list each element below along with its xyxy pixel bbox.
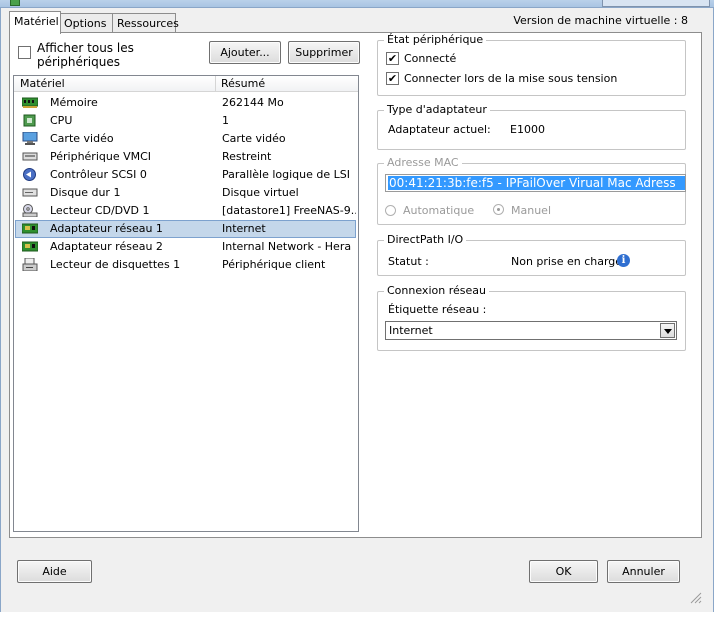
- network-label-selected: Internet: [389, 324, 433, 337]
- cancel-button[interactable]: Annuler: [607, 560, 680, 583]
- title-bar-buttons[interactable]: [602, 0, 710, 7]
- hardware-row-floppy-drive[interactable]: Lecteur de disquettes 1 Périphérique cli…: [15, 256, 356, 274]
- chevron-down-icon[interactable]: [660, 323, 675, 338]
- hardware-row-vmci[interactable]: Périphérique VMCI Restreint: [15, 148, 356, 166]
- automatic-radio[interactable]: [385, 205, 396, 216]
- network-adapter-icon: [22, 241, 38, 252]
- hardware-row-video-card[interactable]: Carte vidéo Carte vidéo: [15, 130, 356, 148]
- hardware-row-network-adapter-2[interactable]: Adaptateur réseau 2 Internal Network - H…: [15, 238, 356, 256]
- window-title-bar: [0, 0, 714, 8]
- tab-hardware[interactable]: Matériel: [9, 11, 61, 34]
- manual-radio[interactable]: [493, 204, 504, 215]
- hardware-summary: Internal Network - Hera: [222, 240, 352, 253]
- hardware-name: Contrôleur SCSI 0: [50, 168, 147, 181]
- hardware-summary: Périphérique client: [222, 258, 326, 271]
- connected-checkbox[interactable]: ✔: [386, 52, 399, 65]
- hardware-row-memory[interactable]: Mémoire 262144 Mo: [15, 94, 356, 112]
- hardware-name: Lecteur de disquettes 1: [50, 258, 181, 271]
- hardware-name: CPU: [50, 114, 73, 127]
- scsi-controller-icon: [23, 168, 36, 181]
- adapter-type-legend: Type d'adaptateur: [384, 103, 490, 116]
- hardware-summary: [datastore1] FreeNAS-9...: [222, 204, 356, 217]
- hardware-name: Adaptateur réseau 2: [50, 240, 163, 253]
- vm-version-label: Version de machine virtuelle : 8: [513, 14, 688, 27]
- floppy-drive-icon: [22, 258, 38, 271]
- add-button[interactable]: Ajouter...: [209, 41, 281, 64]
- hardware-summary: Parallèle logique de LSI: [222, 168, 350, 181]
- hardware-name: Périphérique VMCI: [50, 150, 152, 163]
- below-window-area: [0, 612, 714, 630]
- hardware-summary: Internet: [222, 222, 266, 235]
- hardware-row-scsi-controller[interactable]: Contrôleur SCSI 0 Parallèle logique de L…: [15, 166, 356, 184]
- resize-grip-icon[interactable]: [689, 591, 702, 604]
- hardware-name: Adaptateur réseau 1: [50, 222, 163, 235]
- network-adapter-icon: [22, 223, 38, 234]
- memory-icon: [22, 97, 38, 108]
- help-button[interactable]: Aide: [17, 560, 92, 583]
- connected-label: Connecté: [404, 52, 457, 65]
- hardware-summary: Disque virtuel: [222, 186, 299, 199]
- show-all-devices-checkbox[interactable]: [18, 46, 31, 59]
- vmci-icon: [22, 152, 38, 161]
- info-icon[interactable]: i: [617, 254, 630, 267]
- column-header-summary[interactable]: Résumé: [221, 77, 265, 90]
- hardware-row-hard-disk[interactable]: Disque dur 1 Disque virtuel: [15, 184, 356, 202]
- mac-address-legend: Adresse MAC: [384, 156, 462, 169]
- device-status-group: État périphérique: [377, 33, 686, 96]
- cd-dvd-icon: [22, 204, 38, 217]
- cpu-icon: [23, 114, 36, 127]
- window-icon: [10, 0, 20, 6]
- connect-at-power-on-checkbox[interactable]: ✔: [386, 72, 399, 85]
- hard-disk-icon: [22, 188, 38, 197]
- directpath-legend: DirectPath I/O: [384, 233, 467, 246]
- hardware-name: Mémoire: [50, 96, 98, 109]
- manual-label: Manuel: [511, 204, 551, 217]
- hardware-summary: Carte vidéo: [222, 132, 286, 145]
- directpath-status-value: Non prise en charge: [511, 255, 623, 268]
- tab-options[interactable]: Options: [59, 13, 113, 33]
- hardware-row-cpu[interactable]: CPU 1: [15, 112, 356, 130]
- network-label-caption: Étiquette réseau :: [388, 303, 487, 316]
- hardware-list-header: Matériel Résumé: [14, 76, 358, 92]
- hardware-name: Lecteur CD/DVD 1: [50, 204, 150, 217]
- hardware-summary: Restreint: [222, 150, 272, 163]
- video-card-icon: [22, 132, 38, 145]
- mac-address-field[interactable]: 00:41:21:3b:fe:f5 - IPFailOver Virual Ma…: [385, 174, 686, 192]
- hardware-name: Carte vidéo: [50, 132, 114, 145]
- hardware-name: Disque dur 1: [50, 186, 121, 199]
- hardware-summary: 1: [222, 114, 229, 127]
- automatic-label: Automatique: [403, 204, 475, 217]
- remove-button[interactable]: Supprimer: [288, 41, 360, 64]
- device-status-legend: État périphérique: [384, 33, 487, 46]
- tab-resources[interactable]: Ressources: [112, 13, 179, 33]
- current-adapter-value: E1000: [510, 123, 545, 136]
- ok-button[interactable]: OK: [529, 560, 598, 583]
- network-connection-legend: Connexion réseau: [384, 284, 489, 297]
- column-header-hardware[interactable]: Matériel: [20, 77, 65, 90]
- network-label-select[interactable]: Internet: [385, 321, 677, 340]
- current-adapter-label: Adaptateur actuel:: [388, 123, 491, 136]
- show-all-devices-label: Afficher tous les périphériques: [37, 41, 134, 69]
- hardware-row-network-adapter-1[interactable]: Adaptateur réseau 1 Internet: [15, 220, 356, 238]
- connect-at-power-on-label: Connecter lors de la mise sous tension: [404, 72, 618, 85]
- mac-address-value: 00:41:21:3b:fe:f5 - IPFailOver Virual Ma…: [388, 176, 685, 190]
- hardware-list[interactable]: Matériel Résumé Mémoire 262144 Mo CPU 1 …: [13, 75, 359, 532]
- column-separator[interactable]: [215, 76, 216, 92]
- hardware-row-cd-dvd[interactable]: Lecteur CD/DVD 1 [datastore1] FreeNAS-9.…: [15, 202, 356, 220]
- directpath-status-label: Statut :: [388, 255, 429, 268]
- hardware-summary: 262144 Mo: [222, 96, 284, 109]
